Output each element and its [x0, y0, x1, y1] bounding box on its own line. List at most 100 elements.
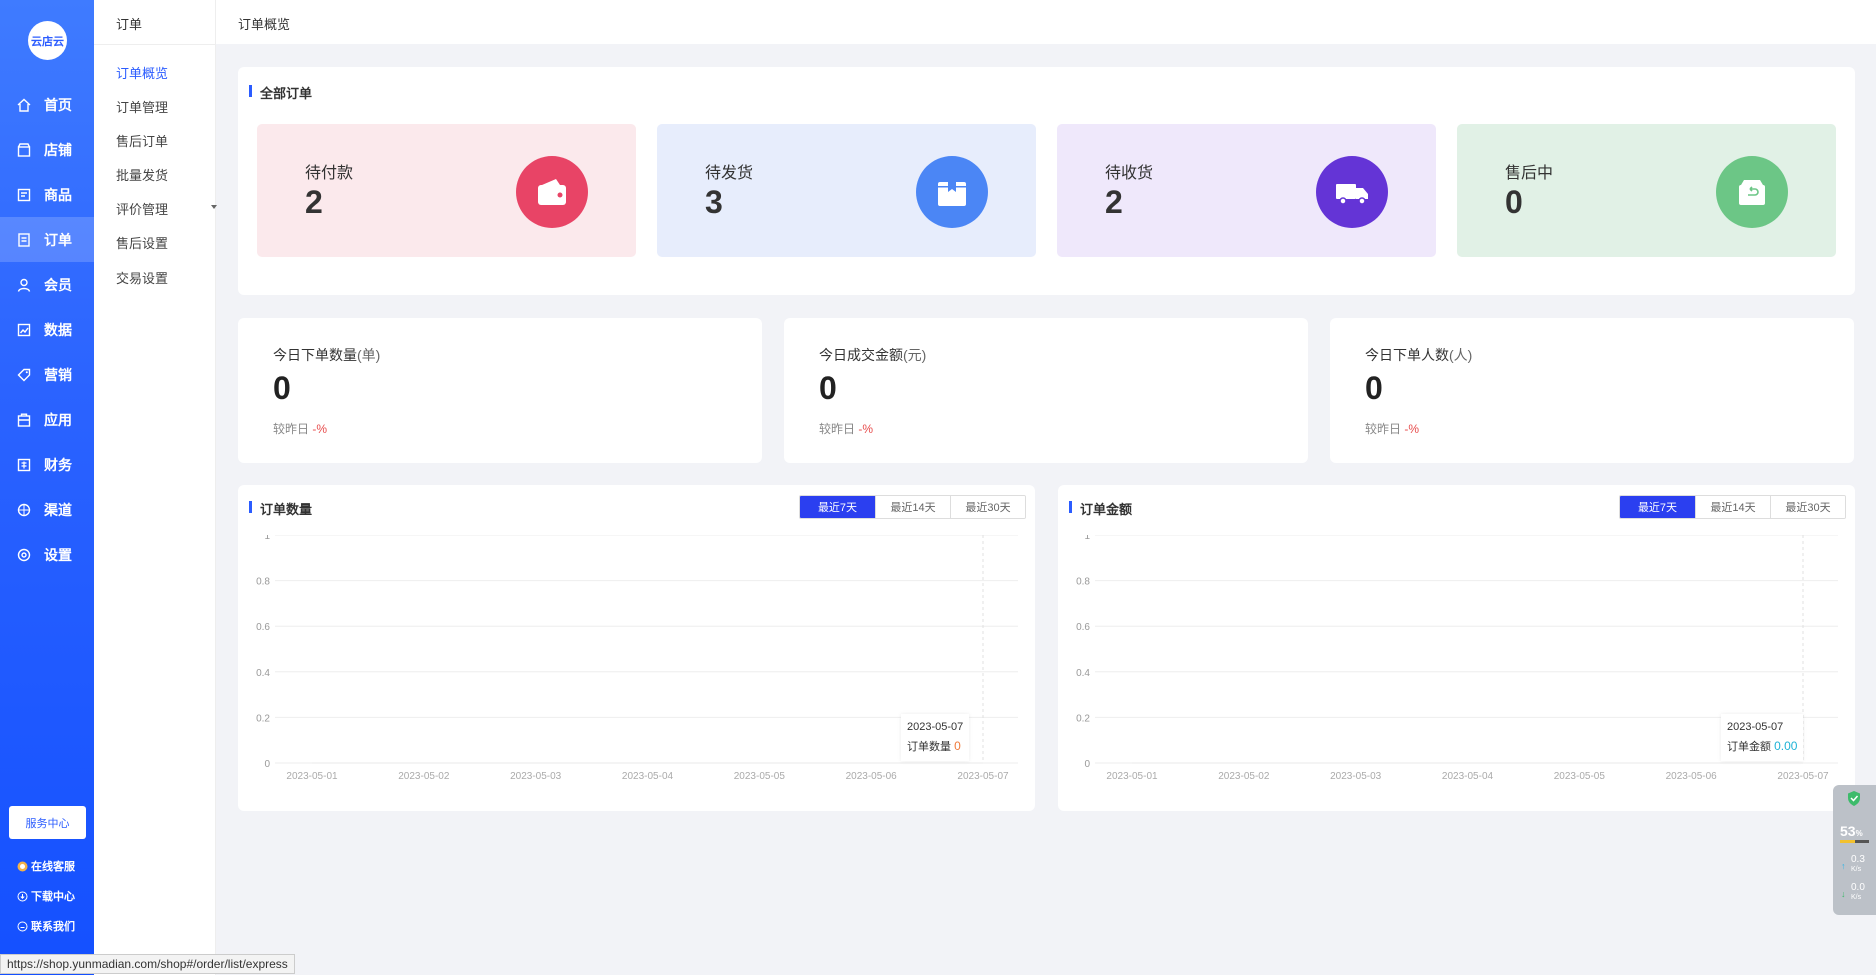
- range-tab-1[interactable]: 最近14天: [875, 496, 950, 518]
- data-icon: [17, 323, 31, 337]
- y-tick-label: 0.8: [1076, 577, 1090, 588]
- subnav-item-label: 售后订单: [116, 134, 169, 149]
- line-chart: 1 0.8 0.6 0.4 0.2 0 2023-05-01 2023-05-02 2023-0…: [1076, 535, 1838, 782]
- today-compare: 较昨日 -%: [1365, 420, 1419, 437]
- x-tick-label: 2023-05-02: [398, 771, 450, 782]
- contact-us-link[interactable]: 联系我们: [17, 918, 75, 934]
- order-stat-card-2[interactable]: 待收货 2: [1057, 124, 1436, 257]
- subnav-item-4[interactable]: 评价管理: [116, 199, 217, 218]
- order-stat-card-3[interactable]: 售后中 0: [1457, 124, 1836, 257]
- compare-value: -%: [858, 422, 874, 436]
- y-tick-label: 0.6: [1076, 622, 1090, 633]
- nav-item-7[interactable]: 应用: [0, 397, 94, 442]
- range-tab-0[interactable]: 最近7天: [800, 496, 875, 518]
- y-tick-label: 0.6: [256, 622, 270, 633]
- chart-title: 订单金额: [1069, 499, 1132, 518]
- nav-item-label: 订单: [44, 231, 72, 248]
- nav-item-label: 店铺: [44, 141, 72, 158]
- order-stat-value: 3: [705, 184, 723, 220]
- nav-item-label: 首页: [44, 96, 72, 113]
- home-icon: [17, 98, 31, 112]
- all-orders-card: 全部订单 待付款 2 待发货 3 待收货 2 售后中 0: [238, 67, 1855, 295]
- compare-label: 较昨日: [819, 422, 856, 436]
- nav-item-8[interactable]: 财务: [0, 442, 94, 487]
- order-stat-value: 2: [305, 184, 323, 220]
- nav-item-1[interactable]: 店铺: [0, 127, 94, 172]
- x-tick-label: 2023-05-01: [1106, 771, 1158, 782]
- channel-icon: [17, 503, 31, 517]
- upload-arrow-icon: ↑: [1841, 861, 1846, 871]
- order-stat-label: 待收货: [1105, 165, 1154, 182]
- range-tab-0[interactable]: 最近7天: [1620, 496, 1695, 518]
- y-tick-label: 0.2: [1076, 713, 1090, 724]
- tooltip-label: 订单金额: [1727, 741, 1771, 753]
- chart-tooltip: 2023-05-07 订单数量 0: [901, 714, 970, 761]
- order-stat-label: 待发货: [705, 165, 754, 182]
- nav-item-3[interactable]: 订单: [0, 217, 94, 262]
- breadcrumb: 订单概览: [238, 17, 291, 32]
- tooltip-date: 2023-05-07: [1727, 721, 1784, 733]
- line-chart: 1 0.8 0.6 0.4 0.2 0 2023-05-01 2023-05-02 2023-0…: [256, 535, 1018, 782]
- range-tab-2[interactable]: 最近30天: [1770, 496, 1845, 518]
- compare-label: 较昨日: [273, 422, 310, 436]
- tooltip-date: 2023-05-07: [907, 721, 964, 733]
- order-stat-card-0[interactable]: 待付款 2: [257, 124, 636, 257]
- widget-download-value: 0.0: [1851, 882, 1865, 893]
- y-tick-label: 1: [264, 535, 270, 542]
- subnav-item-0[interactable]: 订单概览: [116, 63, 168, 82]
- x-tick-label: 2023-05-06: [1666, 771, 1718, 782]
- nav-item-10[interactable]: 设置: [0, 532, 94, 577]
- download-center-link[interactable]: 下载中心: [17, 888, 75, 904]
- range-tab-2[interactable]: 最近30天: [950, 496, 1025, 518]
- widget-upload-unit: K/s: [1851, 866, 1862, 873]
- chart-tooltip: 2023-05-07 订单金额 0.00: [1721, 714, 1804, 761]
- nav-item-label: 数据: [44, 321, 72, 338]
- x-tick-label: 2023-05-04: [1442, 771, 1494, 782]
- order-stat-label: 待付款: [305, 165, 354, 182]
- widget-percent-unit: %: [1855, 829, 1863, 838]
- x-tick-label: 2023-05-01: [286, 771, 338, 782]
- top-header: 订单概览: [216, 0, 1876, 44]
- today-card-1: 今日成交金额(元) 0 较昨日 -%: [784, 318, 1308, 463]
- nav-item-5[interactable]: 数据: [0, 307, 94, 352]
- nav-item-6[interactable]: 营销: [0, 352, 94, 397]
- subnav-item-5[interactable]: 售后设置: [116, 233, 168, 252]
- y-tick-label: 1: [1084, 535, 1090, 542]
- order-stat-card-1[interactable]: 待发货 3: [657, 124, 1036, 257]
- range-tabs: 最近7天 最近14天 最近30天: [799, 495, 1026, 519]
- order-stat-value: 2: [1105, 184, 1123, 220]
- subnav-item-6[interactable]: 交易设置: [116, 268, 168, 287]
- nav-item-0[interactable]: 首页: [0, 82, 94, 127]
- service-center-button[interactable]: 服务中心: [9, 806, 86, 839]
- range-tab-1[interactable]: 最近14天: [1695, 496, 1770, 518]
- nav-item-2[interactable]: 商品: [0, 172, 94, 217]
- today-compare: 较昨日 -%: [819, 420, 873, 437]
- x-tick-label: 2023-05-02: [1218, 771, 1270, 782]
- subnav-item-label: 评价管理: [116, 202, 169, 217]
- compare-label: 较昨日: [1365, 422, 1402, 436]
- online-service-label: 在线客服: [31, 861, 75, 873]
- box-icon: [916, 156, 988, 228]
- y-tick-label: 0.2: [256, 713, 270, 724]
- nav-item-4[interactable]: 会员: [0, 262, 94, 307]
- y-tick-label: 0.4: [256, 668, 270, 679]
- subnav-item-3[interactable]: 批量发货: [116, 165, 168, 184]
- x-tick-label: 2023-05-05: [734, 771, 786, 782]
- today-unit: (单): [357, 347, 381, 363]
- x-tick-label: 2023-05-03: [510, 771, 562, 782]
- today-value: 0: [273, 370, 291, 406]
- subnav-item-2[interactable]: 售后订单: [116, 131, 168, 150]
- today-label-text: 今日成交金额: [819, 347, 903, 363]
- subnav-item-label: 订单管理: [116, 100, 169, 115]
- subnav-item-1[interactable]: 订单管理: [116, 97, 168, 116]
- brand-logo[interactable]: 云店云: [28, 21, 67, 60]
- today-unit: (元): [903, 347, 927, 363]
- online-service-link[interactable]: 在线客服: [17, 858, 75, 874]
- chart-card-1: 订单金额 最近7天 最近14天 最近30天 1 0.8 0.6 0.4 0.2 0 2023-05-…: [1058, 485, 1855, 811]
- today-value: 0: [819, 370, 837, 406]
- nav-item-9[interactable]: 渠道: [0, 487, 94, 532]
- network-speed-widget[interactable]: 53% 0.3 K/s ↑ 0.0 K/s ↓: [1833, 785, 1876, 915]
- tooltip-label: 订单数量: [907, 741, 951, 753]
- x-tick-label: 2023-05-06: [846, 771, 898, 782]
- tag-icon: [17, 368, 31, 382]
